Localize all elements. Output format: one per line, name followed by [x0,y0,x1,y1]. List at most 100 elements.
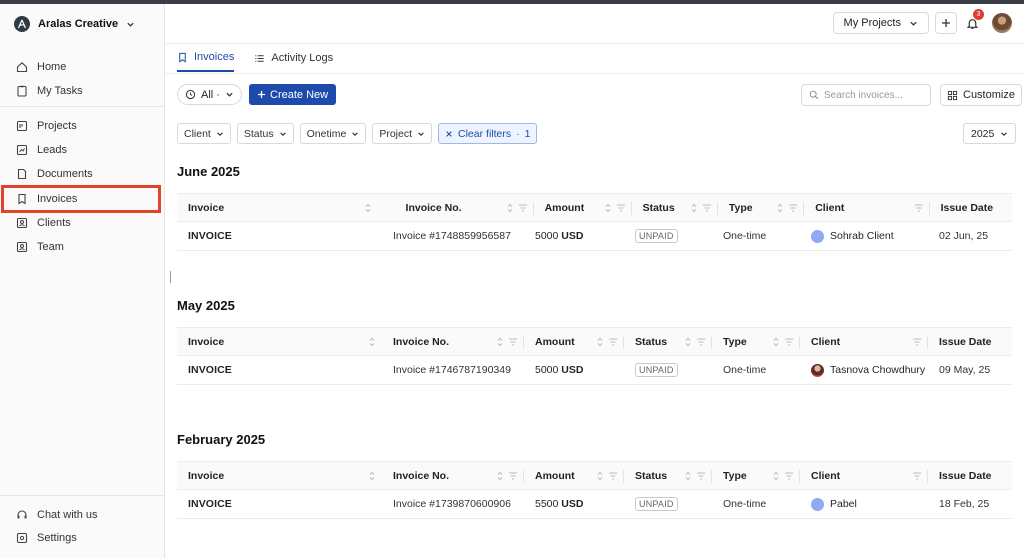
team-icon [16,241,28,253]
sidebar-item-projects[interactable]: Projects [10,115,158,137]
client-filter[interactable]: Client [177,123,231,144]
column-header-status[interactable]: Status [624,328,712,355]
column-header-invoice[interactable]: Invoice [177,462,382,489]
table-row[interactable]: INVOICE Invoice #1748859956587 5000 USD … [177,222,1012,251]
plus-icon [257,90,266,99]
table-header-row: Invoice Invoice No. Amount Status Type C… [177,327,1012,356]
tab-activity-logs[interactable]: Activity Logs [254,50,333,72]
sidebar-item-clients[interactable]: Clients [10,212,158,234]
sidebar-item-my-tasks[interactable]: My Tasks [10,80,158,102]
client-avatar [811,229,824,243]
create-new-button[interactable]: Create New [249,84,337,105]
filter-icon [785,471,793,480]
project-filter[interactable]: Project [372,123,433,144]
notification-badge: 3 [973,9,984,20]
column-header-issue-date[interactable]: Issue Date [928,328,1012,355]
workspace-switcher[interactable]: Aralas Creative [14,15,135,33]
column-label: Status [642,201,675,214]
type-filter[interactable]: Onetime [299,123,367,144]
column-header-type[interactable]: Type [712,328,800,355]
user-avatar[interactable] [992,13,1012,33]
column-header-amount[interactable]: Amount [524,328,624,355]
year-label: 2025 [971,127,995,140]
currency-label: USD [561,364,584,376]
amount-value: 5000 [535,230,559,242]
column-header-issue-date[interactable]: Issue Date [928,462,1012,489]
clear-filters-button[interactable]: Clear filters · 1 [438,123,538,144]
sort-icon [597,337,603,346]
column-header-issue-date[interactable]: Issue Date [930,194,1012,221]
type-cell: One-time [723,498,767,510]
invoice-table: Invoice Invoice No. Amount Status Type C… [177,461,1012,519]
tab-invoices[interactable]: Invoices [177,50,235,72]
notifications-button[interactable]: 3 [964,9,984,31]
sidebar-item-label: Projects [37,120,77,132]
status-cell: UNPAID [624,222,712,250]
column-header-type[interactable]: Type [712,462,800,489]
currency-label: USD [561,498,584,510]
sidebar-item-settings[interactable]: Settings [10,527,158,549]
column-header-invoice-no[interactable]: Invoice No. [395,194,534,221]
filter-icon [518,203,527,212]
sidebar-item-documents[interactable]: Documents [10,163,158,185]
chevron-down-icon [127,22,134,27]
my-projects-label: My Projects [843,17,901,29]
column-header-amount[interactable]: Amount [524,462,624,489]
sidebar-item-team[interactable]: Team [10,236,158,258]
column-header-status[interactable]: Status [624,462,712,489]
column-label: Client [815,201,845,214]
sidebar-item-home[interactable]: Home [10,56,158,78]
column-label: Issue Date [940,201,994,214]
all-time-filter[interactable]: All · [177,84,242,105]
client-avatar [811,497,824,511]
my-projects-dropdown[interactable]: My Projects [832,12,929,34]
column-header-invoice-no[interactable]: Invoice No. [382,462,524,489]
column-header-invoice-no[interactable]: Invoice No. [382,328,524,355]
chevron-down-icon [1001,131,1008,136]
invoice-number-cell: Invoice #1748859956587 [393,230,511,242]
sidebar-item-invoices[interactable]: Invoices [1,185,161,213]
sidebar-item-chat[interactable]: Chat with us [10,504,158,526]
column-header-invoice[interactable]: Invoice [177,194,378,221]
month-heading: May 2025 [177,298,235,313]
column-header-client[interactable]: Client [800,462,928,489]
table-row[interactable]: INVOICE Invoice #1746787190349 5000 USD … [177,356,1012,385]
customize-button[interactable]: Customize [940,84,1022,106]
column-label: Status [635,469,668,482]
tab-bar: Invoices Activity Logs [177,50,333,72]
month-heading: June 2025 [177,164,240,179]
column-header-status[interactable]: Status [632,194,718,221]
status-badge: UNPAID [635,229,678,243]
client-cell: Pabel [800,490,928,518]
client-name: Sohrab Client [830,230,894,242]
search-box[interactable] [801,84,931,106]
filter-label: Project [379,127,413,140]
column-label: Invoice [188,335,225,348]
text-cursor [170,271,171,283]
chevron-down-icon [352,131,359,136]
filter-icon [913,337,921,346]
month-heading: February 2025 [177,432,266,447]
filter-label: Client [184,127,211,140]
sidebar-item-leads[interactable]: Leads [10,139,158,161]
column-label: Invoice No. [393,335,450,348]
column-header-invoice[interactable]: Invoice [177,328,382,355]
leads-icon [16,144,28,156]
status-filter[interactable]: Status [236,123,294,144]
column-header-client[interactable]: Client [804,194,930,221]
search-input[interactable] [824,89,924,101]
amount-cell: 5000 USD [524,356,624,384]
status-badge: UNPAID [635,497,678,511]
filter-icon [509,471,517,480]
column-label: Amount [544,201,585,214]
issue-date-cell: 09 May, 25 [939,364,991,376]
clock-icon [185,89,196,100]
client-cell: Sohrab Client [800,222,928,250]
column-header-amount[interactable]: Amount [534,194,632,221]
column-header-client[interactable]: Client [800,328,928,355]
column-header-type[interactable]: Type [718,194,805,221]
table-row[interactable]: INVOICE Invoice #1739870600906 5500 USD … [177,490,1012,519]
year-selector[interactable]: 2025 [963,123,1017,144]
add-button[interactable] [935,12,957,34]
sort-icon [365,203,370,212]
